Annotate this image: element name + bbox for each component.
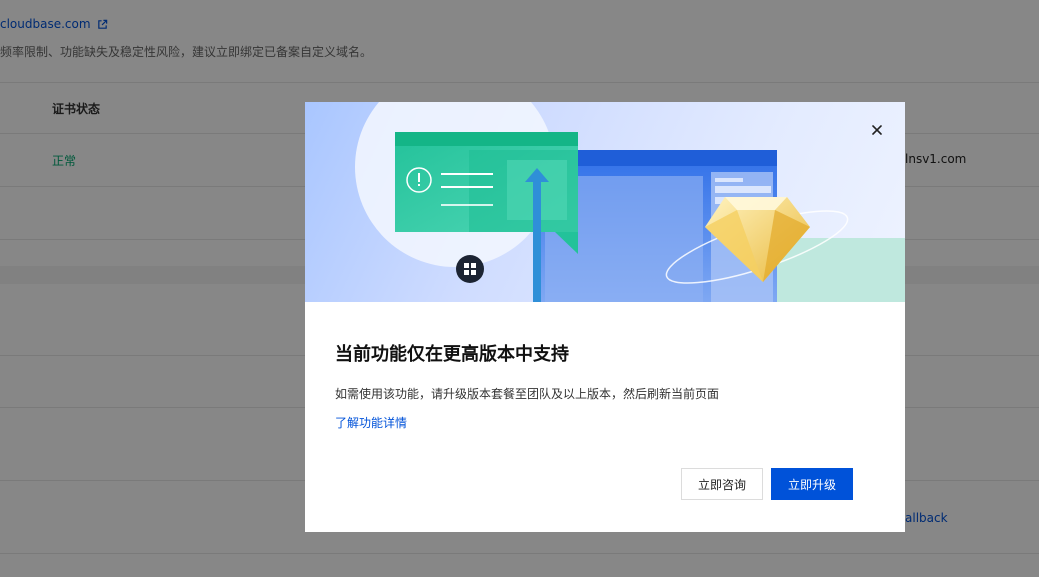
close-button[interactable] [869, 122, 885, 138]
consult-button[interactable]: 立即咨询 [681, 468, 763, 500]
upgrade-button[interactable]: 立即升级 [771, 468, 853, 500]
dialog-description: 如需使用该功能，请升级版本套餐至团队及以上版本，然后刷新当前页面 [335, 387, 720, 401]
upgrade-dialog: 当前功能仅在更高版本中支持 如需使用该功能，请升级版本套餐至团队及以上版本，然后… [305, 102, 905, 532]
dialog-title: 当前功能仅在更高版本中支持 [335, 344, 569, 365]
upgrade-illustration [355, 102, 905, 302]
learn-more-link[interactable]: 了解功能详情 [335, 414, 407, 431]
dialog-banner [305, 102, 905, 302]
close-icon [872, 125, 882, 135]
